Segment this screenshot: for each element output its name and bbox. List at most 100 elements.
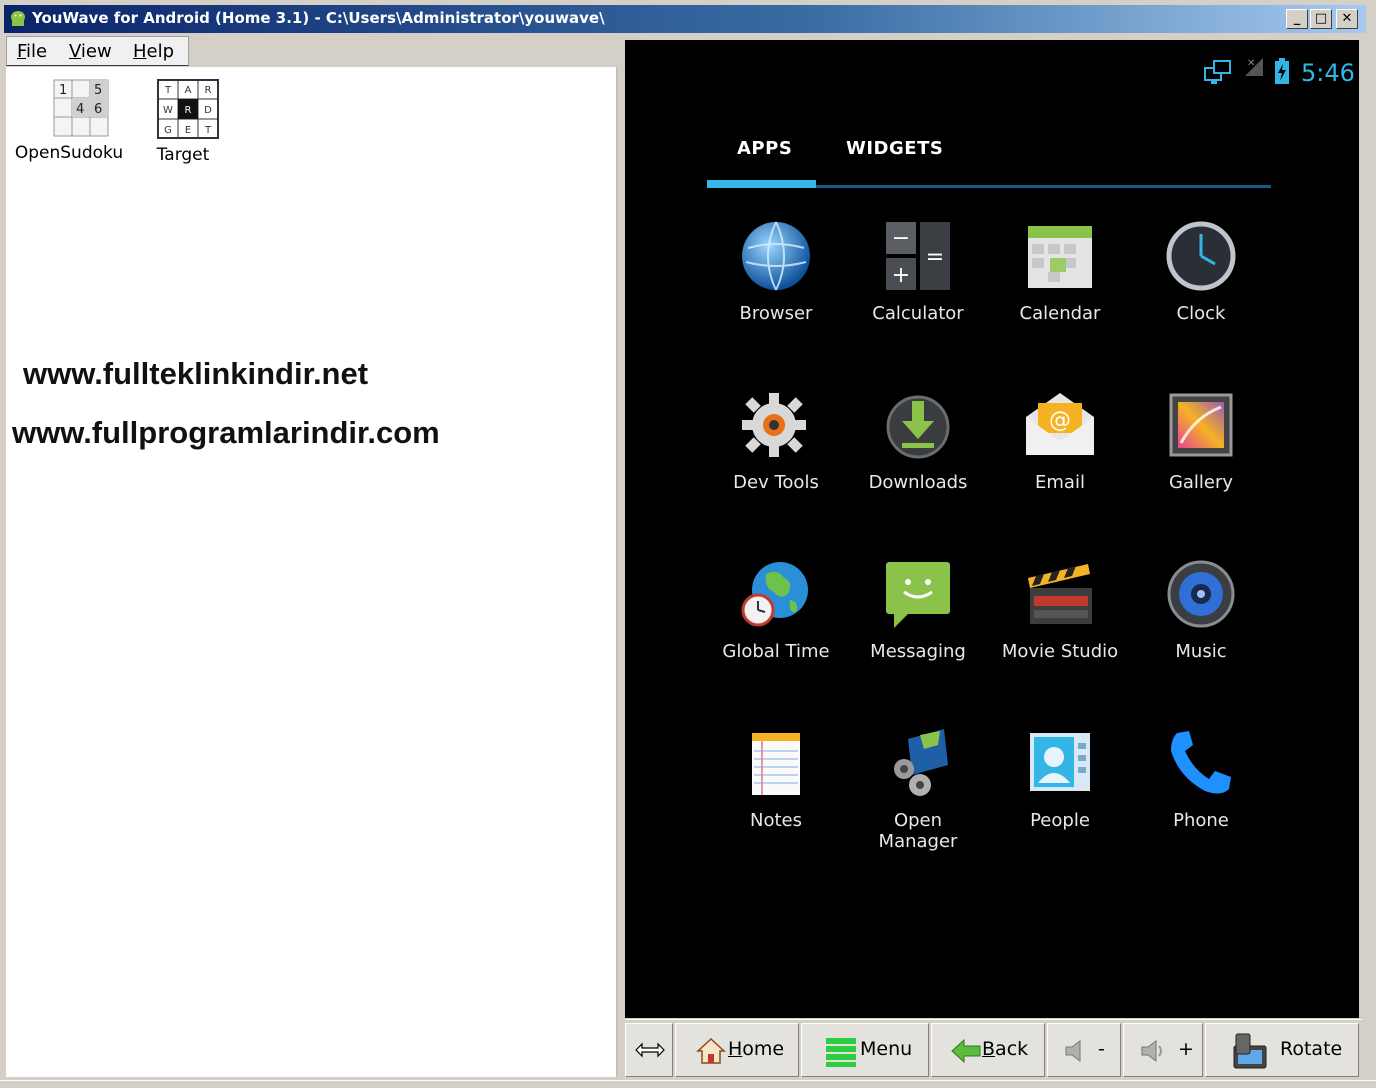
menu-help-label: elp bbox=[146, 41, 175, 62]
menu-help-accel: H bbox=[133, 41, 147, 62]
watermark-text: www.fullteklinkindir.net bbox=[23, 356, 369, 391]
svg-text:−: − bbox=[892, 226, 910, 251]
app-name: People bbox=[1030, 810, 1090, 831]
tab-widgets[interactable]: WIDGETS bbox=[846, 138, 943, 159]
svg-text:+: + bbox=[892, 263, 910, 288]
file-manager-icon bbox=[894, 729, 948, 796]
app-name: Downloads bbox=[868, 472, 968, 493]
menu-view[interactable]: View bbox=[69, 41, 112, 62]
sudoku-icon: 1 5 4 6 bbox=[53, 79, 108, 137]
calculator-icon: − + = bbox=[886, 222, 950, 290]
app-name: Gallery bbox=[1168, 472, 1234, 493]
home-label-rest: ome bbox=[742, 1038, 785, 1060]
menu-file-label: ile bbox=[26, 41, 48, 62]
menu-view-label: iew bbox=[80, 41, 112, 62]
battery-icon bbox=[1275, 58, 1289, 84]
message-icon bbox=[886, 562, 950, 628]
window-title: YouWave for Android (Home 3.1) - C:\User… bbox=[32, 9, 605, 27]
app-name: Phone bbox=[1173, 810, 1229, 831]
rotate-button[interactable]: Rotate bbox=[1205, 1023, 1359, 1077]
clapperboard-icon bbox=[1028, 564, 1092, 624]
phone-icon bbox=[1171, 731, 1231, 794]
resize-button[interactable] bbox=[625, 1023, 673, 1077]
app-tile-label: Target bbox=[156, 145, 210, 165]
app-name: Music bbox=[1175, 641, 1227, 662]
volume-down-button[interactable]: - bbox=[1047, 1023, 1121, 1077]
app-name: Calendar bbox=[1019, 303, 1101, 324]
tab-active-indicator bbox=[707, 180, 816, 188]
calendar-icon bbox=[1028, 226, 1092, 288]
world-clock-icon bbox=[741, 562, 808, 627]
menu-file[interactable]: File bbox=[17, 41, 47, 62]
app-tile-label: OpenSudoku bbox=[14, 143, 124, 163]
sudoku-digit: 1 bbox=[59, 83, 67, 98]
back-arrow-icon bbox=[951, 1038, 981, 1064]
app-name: Messaging bbox=[870, 641, 966, 662]
resize-arrows-icon bbox=[635, 1042, 665, 1058]
target-letter: E bbox=[184, 125, 190, 136]
status-bar-time: 5:46 bbox=[1301, 59, 1355, 87]
menu-help[interactable]: Help bbox=[133, 41, 174, 62]
home-button[interactable]: Home bbox=[675, 1023, 799, 1077]
rotate-device-icon bbox=[1233, 1033, 1267, 1069]
signal-icon: ✕ bbox=[1245, 58, 1263, 76]
menu-label: Menu bbox=[860, 1038, 913, 1060]
tab-apps[interactable]: APPS bbox=[737, 138, 792, 159]
svg-text:=: = bbox=[926, 245, 944, 270]
volume-down-label: - bbox=[1098, 1038, 1105, 1060]
target-letter: D bbox=[204, 105, 212, 116]
contact-card-icon bbox=[1030, 733, 1090, 791]
volume-up-label: + bbox=[1178, 1038, 1194, 1060]
svg-text:@: @ bbox=[1049, 408, 1071, 433]
gear-icon bbox=[742, 393, 806, 457]
taskbar bbox=[0, 1080, 1376, 1088]
title-bar[interactable]: YouWave for Android (Home 3.1) - C:\User… bbox=[4, 5, 1366, 33]
clock-icon bbox=[1166, 221, 1236, 291]
target-letter: R bbox=[184, 105, 191, 116]
menu-button[interactable]: Menu bbox=[801, 1023, 929, 1077]
back-label-accel: B bbox=[982, 1038, 996, 1060]
app-name: Calculator bbox=[872, 303, 964, 324]
close-button[interactable]: ✕ bbox=[1336, 9, 1358, 29]
android-screen[interactable]: ✕ 5:46 APPS WIDGETS Browser − + = Calcul… bbox=[625, 40, 1359, 1018]
app-name: Browser bbox=[739, 303, 813, 324]
target-letter: T bbox=[163, 85, 171, 96]
app-tile-opensudoku[interactable]: 1 5 4 6 OpenSudoku bbox=[14, 79, 124, 166]
app-name: Movie Studio bbox=[1001, 641, 1119, 662]
svg-text:✕: ✕ bbox=[1247, 58, 1255, 69]
back-label: Back bbox=[982, 1038, 1028, 1060]
back-button[interactable]: Back bbox=[931, 1023, 1045, 1077]
maximize-button[interactable]: □ bbox=[1310, 9, 1332, 29]
email-icon: @ bbox=[1026, 393, 1094, 455]
target-letter: A bbox=[184, 85, 191, 96]
app-name: Global Time bbox=[722, 641, 830, 662]
target-word-grid-icon: T A R W R D G E T bbox=[156, 79, 219, 139]
home-label-accel: H bbox=[728, 1038, 743, 1060]
volume-up-button[interactable]: + bbox=[1123, 1023, 1203, 1077]
globe-icon bbox=[742, 221, 810, 291]
menu-bar: File View Help bbox=[6, 36, 189, 66]
app-name: Clock bbox=[1176, 303, 1226, 324]
back-label-rest: ack bbox=[995, 1038, 1029, 1060]
rotate-label: Rotate bbox=[1280, 1038, 1343, 1060]
app-name: Email bbox=[1035, 472, 1085, 493]
minimize-button[interactable]: _ bbox=[1286, 9, 1308, 29]
sync-icon bbox=[1204, 60, 1231, 84]
menu-lines-icon bbox=[826, 1038, 856, 1067]
speaker-low-icon bbox=[1065, 1040, 1081, 1062]
device-toolbar: Home Menu Back - + Rotate bbox=[625, 1019, 1362, 1079]
notepad-icon bbox=[752, 733, 800, 795]
app-name: Notes bbox=[750, 810, 802, 831]
gallery-icon bbox=[1169, 393, 1233, 457]
sudoku-digit: 6 bbox=[94, 102, 102, 117]
sudoku-digit: 5 bbox=[94, 83, 102, 98]
app-name: Open Manager bbox=[878, 810, 958, 852]
app-tile-target[interactable]: T A R W R D G E T Target bbox=[138, 79, 228, 168]
target-letter: W bbox=[163, 105, 173, 116]
android-logo-icon bbox=[11, 11, 25, 26]
app-name: Dev Tools bbox=[733, 472, 819, 493]
speaker-high-icon bbox=[1141, 1040, 1162, 1062]
menu-view-accel: V bbox=[69, 41, 81, 62]
sudoku-digit: 4 bbox=[76, 102, 84, 117]
menu-file-accel: F bbox=[17, 41, 27, 62]
